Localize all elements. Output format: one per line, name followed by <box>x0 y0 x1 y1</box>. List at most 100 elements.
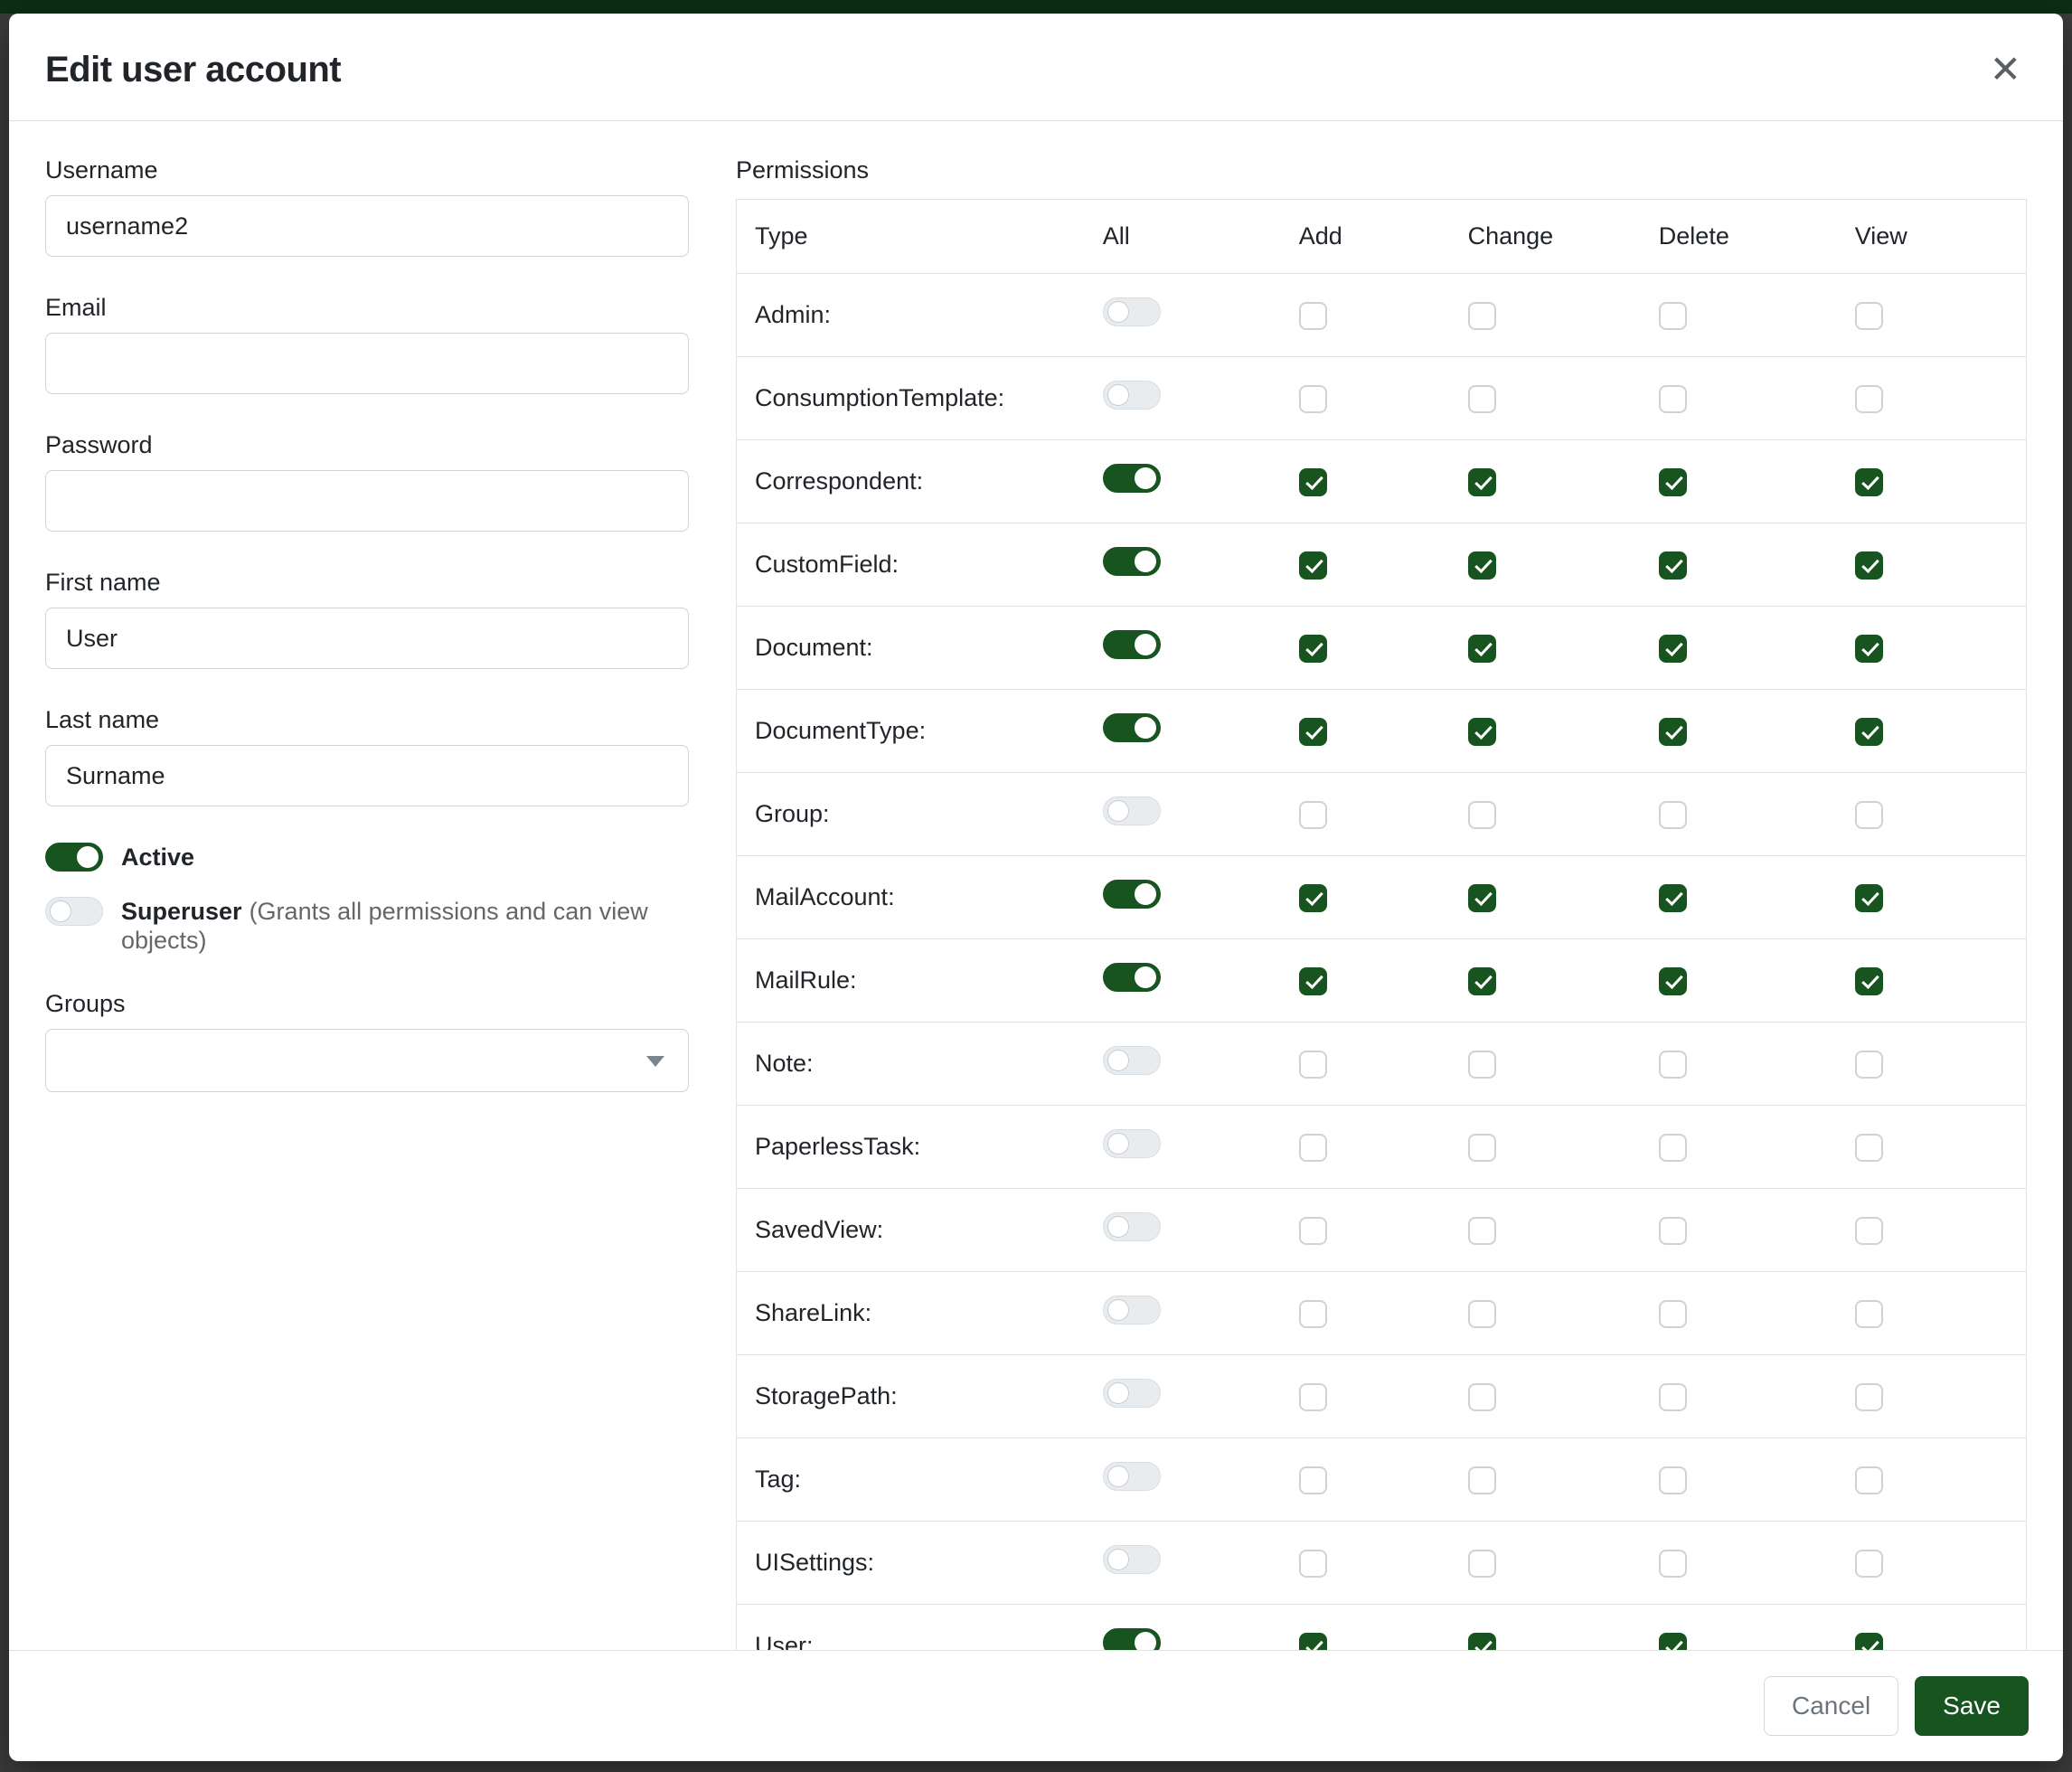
active-toggle[interactable] <box>45 843 103 872</box>
username-input[interactable] <box>45 195 689 257</box>
permission-add-checkbox[interactable] <box>1299 1134 1327 1162</box>
permission-add-checkbox[interactable] <box>1299 468 1327 496</box>
permission-delete-checkbox[interactable] <box>1659 468 1687 496</box>
permission-delete-checkbox[interactable] <box>1659 967 1687 995</box>
permission-view-checkbox[interactable] <box>1855 1300 1883 1328</box>
permission-change-checkbox[interactable] <box>1468 967 1496 995</box>
permission-all-toggle[interactable] <box>1103 1462 1161 1491</box>
permission-all-toggle[interactable] <box>1103 1046 1161 1075</box>
permission-view-checkbox[interactable] <box>1855 385 1883 413</box>
permission-change-checkbox[interactable] <box>1468 1217 1496 1245</box>
permission-delete-checkbox[interactable] <box>1659 1466 1687 1494</box>
permission-delete-checkbox[interactable] <box>1659 1051 1687 1079</box>
permission-view-checkbox[interactable] <box>1855 1134 1883 1162</box>
permission-change-checkbox[interactable] <box>1468 1300 1496 1328</box>
permission-all-cell <box>1085 274 1281 357</box>
permission-all-toggle[interactable] <box>1103 1628 1161 1650</box>
permission-add-checkbox[interactable] <box>1299 1633 1327 1650</box>
password-field[interactable] <box>45 470 689 532</box>
permission-view-checkbox[interactable] <box>1855 967 1883 995</box>
permission-all-toggle[interactable] <box>1103 381 1161 410</box>
permission-change-checkbox[interactable] <box>1468 1051 1496 1079</box>
first-name-field[interactable] <box>45 608 689 669</box>
permission-view-checkbox[interactable] <box>1855 635 1883 663</box>
permission-change-checkbox[interactable] <box>1468 884 1496 912</box>
permission-view-checkbox[interactable] <box>1855 1383 1883 1411</box>
permission-add-checkbox[interactable] <box>1299 1217 1327 1245</box>
permission-delete-checkbox[interactable] <box>1659 1217 1687 1245</box>
permission-all-toggle[interactable] <box>1103 297 1161 326</box>
permission-add-checkbox[interactable] <box>1299 1051 1327 1079</box>
permission-add-checkbox[interactable] <box>1299 385 1327 413</box>
superuser-toggle[interactable] <box>45 897 103 926</box>
permission-add-checkbox[interactable] <box>1299 1300 1327 1328</box>
permission-add-checkbox[interactable] <box>1299 551 1327 580</box>
permission-delete-checkbox[interactable] <box>1659 635 1687 663</box>
permission-change-checkbox[interactable] <box>1468 468 1496 496</box>
permission-add-checkbox[interactable] <box>1299 1383 1327 1411</box>
permission-add-checkbox[interactable] <box>1299 302 1327 330</box>
permission-change-checkbox[interactable] <box>1468 1466 1496 1494</box>
permission-all-toggle[interactable] <box>1103 630 1161 659</box>
permission-delete-checkbox[interactable] <box>1659 718 1687 746</box>
permission-delete-checkbox[interactable] <box>1659 801 1687 829</box>
groups-select[interactable] <box>45 1029 689 1092</box>
permission-all-toggle[interactable] <box>1103 713 1161 742</box>
permission-add-checkbox[interactable] <box>1299 718 1327 746</box>
permission-all-toggle[interactable] <box>1103 1129 1161 1158</box>
permission-all-toggle[interactable] <box>1103 1212 1161 1241</box>
permission-delete-checkbox[interactable] <box>1659 302 1687 330</box>
permission-view-checkbox[interactable] <box>1855 551 1883 580</box>
permission-view-checkbox[interactable] <box>1855 1466 1883 1494</box>
permission-view-checkbox[interactable] <box>1855 1217 1883 1245</box>
permission-view-checkbox[interactable] <box>1855 718 1883 746</box>
permission-all-toggle[interactable] <box>1103 547 1161 576</box>
permission-delete-checkbox[interactable] <box>1659 1633 1687 1650</box>
permission-delete-checkbox[interactable] <box>1659 1550 1687 1578</box>
permission-all-toggle[interactable] <box>1103 963 1161 992</box>
permission-all-toggle[interactable] <box>1103 880 1161 909</box>
permission-view-checkbox[interactable] <box>1855 1550 1883 1578</box>
close-button[interactable]: ✕ <box>1984 51 2027 89</box>
permission-view-checkbox[interactable] <box>1855 801 1883 829</box>
permission-all-toggle[interactable] <box>1103 1379 1161 1408</box>
permission-delete-checkbox[interactable] <box>1659 884 1687 912</box>
permission-view-checkbox[interactable] <box>1855 302 1883 330</box>
permission-delete-checkbox[interactable] <box>1659 1134 1687 1162</box>
permission-add-checkbox[interactable] <box>1299 635 1327 663</box>
permission-change-checkbox[interactable] <box>1468 1633 1496 1650</box>
permission-add-checkbox[interactable] <box>1299 967 1327 995</box>
permission-view-checkbox[interactable] <box>1855 1633 1883 1650</box>
permission-change-checkbox[interactable] <box>1468 635 1496 663</box>
permission-add-cell <box>1281 607 1450 690</box>
permission-change-checkbox[interactable] <box>1468 1550 1496 1578</box>
permission-change-checkbox[interactable] <box>1468 385 1496 413</box>
permission-view-checkbox[interactable] <box>1855 1051 1883 1079</box>
last-name-field[interactable] <box>45 745 689 806</box>
permission-change-checkbox[interactable] <box>1468 1134 1496 1162</box>
permission-change-checkbox[interactable] <box>1468 718 1496 746</box>
cancel-button[interactable]: Cancel <box>1764 1676 1898 1736</box>
permission-all-toggle[interactable] <box>1103 1545 1161 1574</box>
email-field[interactable] <box>45 333 689 394</box>
permission-view-checkbox[interactable] <box>1855 884 1883 912</box>
permission-delete-checkbox[interactable] <box>1659 385 1687 413</box>
permission-change-checkbox[interactable] <box>1468 801 1496 829</box>
permission-all-toggle[interactable] <box>1103 1296 1161 1324</box>
permission-add-checkbox[interactable] <box>1299 801 1327 829</box>
permission-view-checkbox[interactable] <box>1855 468 1883 496</box>
permission-add-checkbox[interactable] <box>1299 884 1327 912</box>
permission-add-checkbox[interactable] <box>1299 1466 1327 1494</box>
permission-change-checkbox[interactable] <box>1468 551 1496 580</box>
permission-delete-checkbox[interactable] <box>1659 1383 1687 1411</box>
permission-delete-checkbox[interactable] <box>1659 551 1687 580</box>
save-button[interactable]: Save <box>1915 1676 2029 1736</box>
permission-delete-cell <box>1641 357 1837 440</box>
permission-change-checkbox[interactable] <box>1468 302 1496 330</box>
permission-change-checkbox[interactable] <box>1468 1383 1496 1411</box>
permission-all-cell <box>1085 1605 1281 1651</box>
permission-delete-checkbox[interactable] <box>1659 1300 1687 1328</box>
permission-add-checkbox[interactable] <box>1299 1550 1327 1578</box>
permission-all-toggle[interactable] <box>1103 464 1161 493</box>
permission-all-toggle[interactable] <box>1103 796 1161 825</box>
